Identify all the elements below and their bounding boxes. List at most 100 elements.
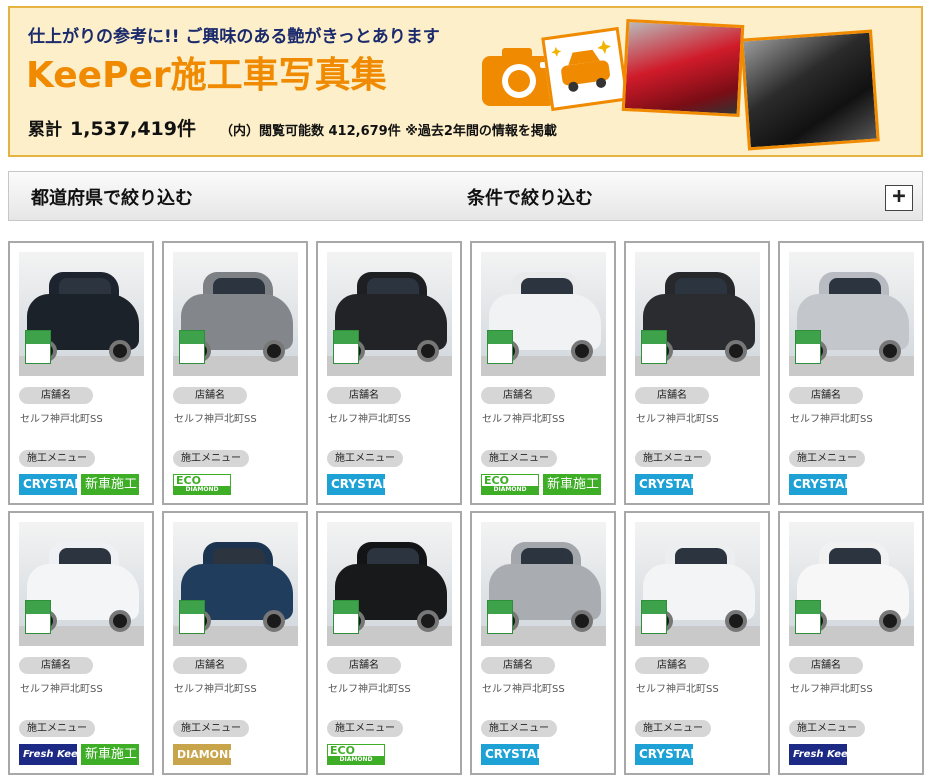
total-count: 1,537,419件 — [70, 118, 196, 140]
keeper-sign — [641, 600, 667, 634]
page-title: KeePer施工車写真集 — [26, 55, 387, 96]
new-car-badge: 新車施工 — [81, 744, 139, 765]
car-photo-card[interactable]: 店舗名 セルフ神戸北町SS 施工メニュー Fresh KeePer — [778, 511, 924, 775]
car-photo[interactable] — [635, 522, 760, 646]
store-label-tag: 店舗名 — [173, 657, 247, 674]
keeper-sign — [25, 600, 51, 634]
menu-label-tag: 施工メニュー — [19, 720, 95, 737]
store-name: セルフ神戸北町SS — [636, 684, 719, 695]
keeper-sign — [333, 600, 359, 634]
store-label-tag: 店舗名 — [789, 657, 863, 674]
menu-label-tag: 施工メニュー — [481, 450, 557, 467]
car-photo-card[interactable]: 店舗名 セルフ神戸北町SS 施工メニュー Fresh KeePer 新車施工 — [8, 511, 154, 775]
store-name: セルフ神戸北町SS — [174, 414, 257, 425]
eco-diamond-badge: ECO DIAMOND — [327, 744, 385, 765]
car-photo[interactable] — [327, 522, 452, 646]
menu-label-tag: 施工メニュー — [173, 720, 249, 737]
store-name: セルフ神戸北町SS — [174, 684, 257, 695]
record-counts: 累計 1,537,419件 （内）閲覧可能数 412,679件 ※過去2年間の情… — [28, 114, 557, 141]
menu-badges: ECO DIAMOND — [173, 474, 231, 495]
eco-diamond-badge: ECO DIAMOND — [481, 474, 539, 495]
menu-badges: CRYSTAL — [635, 474, 698, 495]
keeper-sign — [179, 600, 205, 634]
menu-badges: Fresh KeePer — [789, 744, 867, 765]
keeper-sign — [487, 600, 513, 634]
menu-label-tag: 施工メニュー — [481, 720, 557, 737]
store-label-tag: 店舗名 — [19, 387, 93, 404]
car-photo[interactable] — [173, 522, 298, 646]
store-name: セルフ神戸北町SS — [328, 414, 411, 425]
car-photo[interactable] — [789, 522, 914, 646]
keeper-sign — [795, 600, 821, 634]
store-label-tag: 店舗名 — [789, 387, 863, 404]
crystal-badge: CRYSTAL — [789, 474, 852, 495]
menu-badges: ECO DIAMOND 新車施工 — [481, 474, 601, 495]
store-label-tag: 店舗名 — [19, 657, 93, 674]
menu-label-tag: 施工メニュー — [19, 450, 95, 467]
car-photo-card[interactable]: 店舗名 セルフ神戸北町SS 施工メニュー CRYSTAL — [778, 241, 924, 505]
expand-filter-button[interactable]: + — [885, 185, 913, 211]
menu-label-tag: 施工メニュー — [635, 450, 711, 467]
crystal-badge: CRYSTAL — [327, 474, 390, 495]
banner-subtitle: 仕上がりの参考に!! ご興味のある艶がきっとあります — [28, 27, 440, 47]
menu-badges: CRYSTAL — [481, 744, 544, 765]
menu-badges: ECO DIAMOND — [327, 744, 385, 765]
menu-label-tag: 施工メニュー — [635, 720, 711, 737]
eco-diamond-badge: ECO DIAMOND — [173, 474, 231, 495]
car-photo-card[interactable]: 店舗名 セルフ神戸北町SS 施工メニュー CRYSTAL 新車施工 — [8, 241, 154, 505]
car-photo-card[interactable]: 店舗名 セルフ神戸北町SS 施工メニュー ECO DIAMOND — [316, 511, 462, 775]
menu-badges: DIAMOND — [173, 744, 237, 765]
car-photo-card[interactable]: 店舗名 セルフ神戸北町SS 施工メニュー CRYSTAL — [470, 511, 616, 775]
menu-badges: CRYSTAL — [327, 474, 390, 495]
crystal-badge: CRYSTAL — [635, 474, 698, 495]
car-photo[interactable] — [481, 522, 606, 646]
crystal-badge: CRYSTAL — [481, 744, 544, 765]
filter-by-conditions[interactable]: 条件で絞り込む — [467, 184, 593, 210]
car-photo-card[interactable]: 店舗名 セルフ神戸北町SS 施工メニュー DIAMOND — [162, 511, 308, 775]
sample-car-photo-black — [740, 29, 880, 151]
car-photo-card[interactable]: 店舗名 セルフ神戸北町SS 施工メニュー ECO DIAMOND — [162, 241, 308, 505]
car-photo[interactable] — [481, 252, 606, 376]
photo-gallery-banner: 仕上がりの参考に!! ご興味のある艶がきっとあります KeePer施工車写真集 … — [8, 6, 923, 157]
store-name: セルフ神戸北町SS — [482, 684, 565, 695]
store-name: セルフ神戸北町SS — [790, 414, 873, 425]
store-label-tag: 店舗名 — [635, 657, 709, 674]
keeper-sign — [795, 330, 821, 364]
menu-label-tag: 施工メニュー — [173, 450, 249, 467]
car-photo[interactable] — [635, 252, 760, 376]
menu-label-tag: 施工メニュー — [789, 450, 865, 467]
store-name: セルフ神戸北町SS — [790, 684, 873, 695]
new-car-badge: 新車施工 — [543, 474, 601, 495]
menu-label-tag: 施工メニュー — [789, 720, 865, 737]
car-photo[interactable] — [173, 252, 298, 376]
car-photo[interactable] — [789, 252, 914, 376]
store-name: セルフ神戸北町SS — [20, 684, 103, 695]
car-photo[interactable] — [19, 522, 144, 646]
car-photo-card[interactable]: 店舗名 セルフ神戸北町SS 施工メニュー ECO DIAMOND 新車施工 — [470, 241, 616, 505]
filter-bar: 都道府県で絞り込む 条件で絞り込む + — [8, 171, 923, 221]
menu-badges: CRYSTAL 新車施工 — [19, 474, 139, 495]
viewable-count: （内）閲覧可能数 412,679件 ※過去2年間の情報を掲載 — [219, 124, 557, 139]
car-photo-card[interactable]: 店舗名 セルフ神戸北町SS 施工メニュー CRYSTAL — [624, 511, 770, 775]
fresh-keeper-badge: Fresh KeePer — [19, 744, 97, 765]
keeper-sign — [179, 330, 205, 364]
car-photo-card[interactable]: 店舗名 セルフ神戸北町SS 施工メニュー CRYSTAL — [316, 241, 462, 505]
car-photo[interactable] — [19, 252, 144, 376]
filter-by-prefecture[interactable]: 都道府県で絞り込む — [31, 184, 193, 210]
car-sparkle-icon — [541, 26, 629, 112]
store-name: セルフ神戸北町SS — [20, 414, 103, 425]
store-label-tag: 店舗名 — [635, 387, 709, 404]
store-label-tag: 店舗名 — [327, 657, 401, 674]
car-photo-card[interactable]: 店舗名 セルフ神戸北町SS 施工メニュー CRYSTAL — [624, 241, 770, 505]
fresh-keeper-badge: Fresh KeePer — [789, 744, 867, 765]
sample-car-photo-red — [621, 18, 745, 118]
store-name: セルフ神戸北町SS — [328, 684, 411, 695]
keeper-sign — [487, 330, 513, 364]
keeper-sign — [641, 330, 667, 364]
car-photo[interactable] — [327, 252, 452, 376]
menu-badges: CRYSTAL — [789, 474, 852, 495]
menu-label-tag: 施工メニュー — [327, 720, 403, 737]
menu-badges: CRYSTAL — [635, 744, 698, 765]
store-label-tag: 店舗名 — [327, 387, 401, 404]
keeper-sign — [25, 330, 51, 364]
